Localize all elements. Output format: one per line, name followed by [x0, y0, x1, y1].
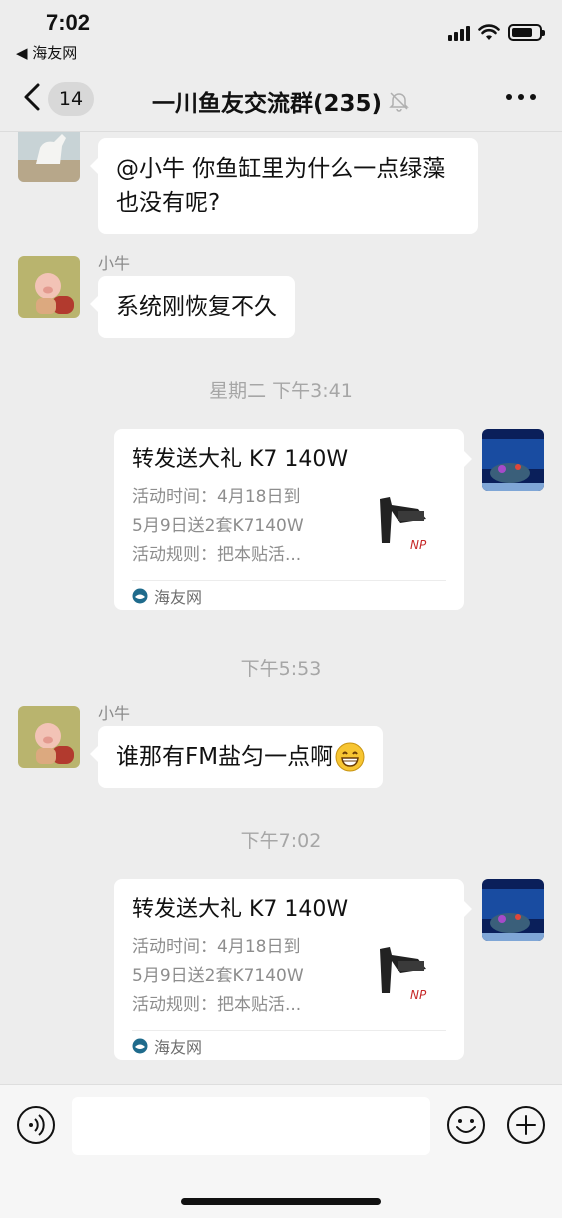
plus-icon[interactable] — [506, 1105, 546, 1145]
back-to-app-link[interactable]: ◀ 海友网 — [16, 42, 77, 63]
link-card[interactable]: 转发送大礼 K7 140W 活动时间：4月18日到 5月9日送2套K7140W … — [114, 879, 472, 1060]
pig-avatar[interactable] — [18, 256, 80, 318]
sender-name: 小牛 — [98, 704, 131, 723]
message-bubble[interactable]: @小牛 你鱼缸里为什么一点绿藻也没有呢? — [90, 138, 478, 234]
voice-input-icon[interactable] — [16, 1105, 56, 1145]
sender-name: 小牛 — [98, 254, 131, 273]
wifi-icon — [478, 24, 500, 40]
card-desc-line: 活动时间：4月18日到 — [132, 937, 301, 957]
message-bubble[interactable]: 系统刚恢复不久 — [90, 276, 295, 338]
svg-text:NP: NP — [410, 538, 427, 552]
card-desc-line: 活动规则：把本贴活... — [132, 545, 302, 565]
chat-message-list[interactable]: @小牛 你鱼缸里为什么一点绿藻也没有呢? 小牛 系统刚恢复不久 星期二 下午3:… — [0, 132, 562, 1084]
timestamp: 下午5:53 — [240, 658, 322, 680]
message-input[interactable] — [72, 1097, 430, 1155]
source-logo-icon — [132, 588, 148, 603]
link-card[interactable]: 转发送大礼 K7 140W 活动时间：4月18日到 5月9日送2套K7140W … — [114, 429, 472, 610]
battery-icon — [508, 24, 545, 41]
card-source: 海友网 — [132, 1030, 446, 1060]
emoji-icon[interactable] — [446, 1105, 486, 1145]
more-options-icon[interactable] — [506, 94, 536, 100]
aquarium-avatar[interactable] — [482, 879, 544, 941]
card-thumbnail-lamp-image: NP — [370, 943, 446, 1011]
aquarium-avatar[interactable] — [482, 429, 544, 491]
chat-title: 一川鱼友交流群(235) — [151, 91, 383, 117]
message-text: 系统刚恢复不久 — [116, 294, 277, 320]
status-bar: 7:02 ◀ 海友网 — [0, 0, 562, 64]
cellular-signal-icon — [448, 25, 470, 41]
card-desc-line: 5月9日送2套K7140W — [132, 966, 304, 986]
timestamp: 星期二 下午3:41 — [209, 380, 353, 402]
status-time: 7:02 — [46, 10, 91, 35]
card-thumbnail-lamp-image: NP — [370, 493, 446, 561]
card-source: 海友网 — [132, 580, 446, 610]
card-desc-line: 5月9日送2套K7140W — [132, 516, 304, 536]
mute-bell-icon — [389, 92, 409, 112]
status-icons — [448, 24, 545, 41]
chat-title-wrap: 一川鱼友交流群(235) — [0, 84, 562, 118]
card-description: 活动时间：4月18日到 5月9日送2套K7140W 活动规则：把本贴活... — [132, 933, 364, 1020]
card-source-name: 海友网 — [154, 1037, 203, 1057]
card-desc-line: 活动规则：把本贴活... — [132, 995, 302, 1015]
message-text: @小牛 你鱼缸里为什么一点绿藻也没有呢? — [116, 156, 446, 216]
message-text: 谁那有FM盐匀一点啊 — [116, 744, 334, 770]
chat-nav-bar: 14 一川鱼友交流群(235) — [0, 64, 562, 132]
source-logo-icon — [132, 1038, 148, 1053]
card-source-name: 海友网 — [154, 587, 203, 607]
grin-emoji-icon — [335, 742, 365, 772]
card-description: 活动时间：4月18日到 5月9日送2套K7140W 活动规则：把本贴活... — [132, 483, 364, 570]
card-title: 转发送大礼 K7 140W — [132, 447, 349, 472]
timestamp: 下午7:02 — [240, 830, 322, 852]
card-desc-line: 活动时间：4月18日到 — [132, 487, 301, 507]
card-title: 转发送大礼 K7 140W — [132, 897, 349, 922]
horse-avatar[interactable] — [18, 132, 80, 182]
pig-avatar[interactable] — [18, 706, 80, 768]
message-bubble[interactable]: 谁那有FM盐匀一点啊 — [89, 726, 384, 788]
svg-text:NP: NP — [410, 988, 427, 1002]
home-indicator[interactable] — [181, 1198, 381, 1205]
